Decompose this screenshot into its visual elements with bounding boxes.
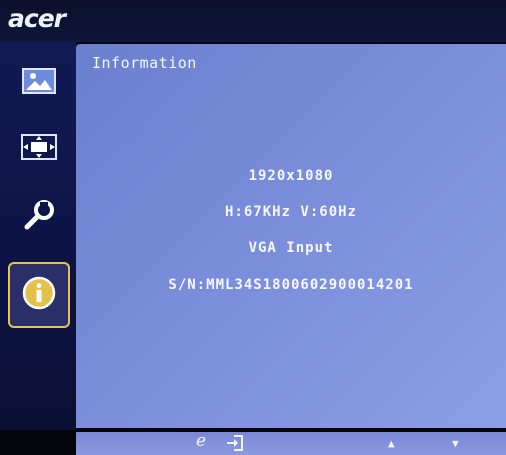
panel-title: Information — [92, 54, 197, 72]
serial-number-text: S/N:MML34S1800602900014201 — [168, 277, 414, 293]
resolution-text: 1920x1080 — [248, 168, 334, 184]
key-hint-bar: e ▲ ▼ — [76, 432, 506, 455]
triangle-up-icon[interactable]: ▲ — [388, 434, 395, 453]
sidebar-item-picture[interactable] — [8, 54, 70, 112]
top-bar: acer — [0, 0, 506, 42]
acer-e-icon[interactable]: e — [196, 432, 206, 451]
wrench-icon — [22, 198, 56, 236]
triangle-down-icon[interactable]: ▼ — [452, 434, 459, 453]
position-arrows-icon — [20, 133, 58, 165]
monitor-osd: acer Information 1920x1080 H:67KHz V:60H… — [0, 0, 506, 455]
sidebar-item-settings[interactable] — [8, 188, 70, 246]
picture-icon — [22, 68, 56, 98]
sidebar-item-osd-position[interactable] — [8, 120, 70, 178]
input-source-text: VGA Input — [248, 240, 334, 256]
osd-sidebar — [0, 42, 76, 430]
info-icon — [21, 275, 57, 315]
information-panel: Information 1920x1080 H:67KHz V:60Hz VGA… — [76, 44, 506, 428]
frequency-text: H:67KHz V:60Hz — [224, 204, 357, 220]
input-source-icon[interactable] — [226, 434, 244, 455]
sidebar-item-information[interactable] — [8, 262, 70, 328]
acer-logo: acer — [8, 4, 66, 33]
